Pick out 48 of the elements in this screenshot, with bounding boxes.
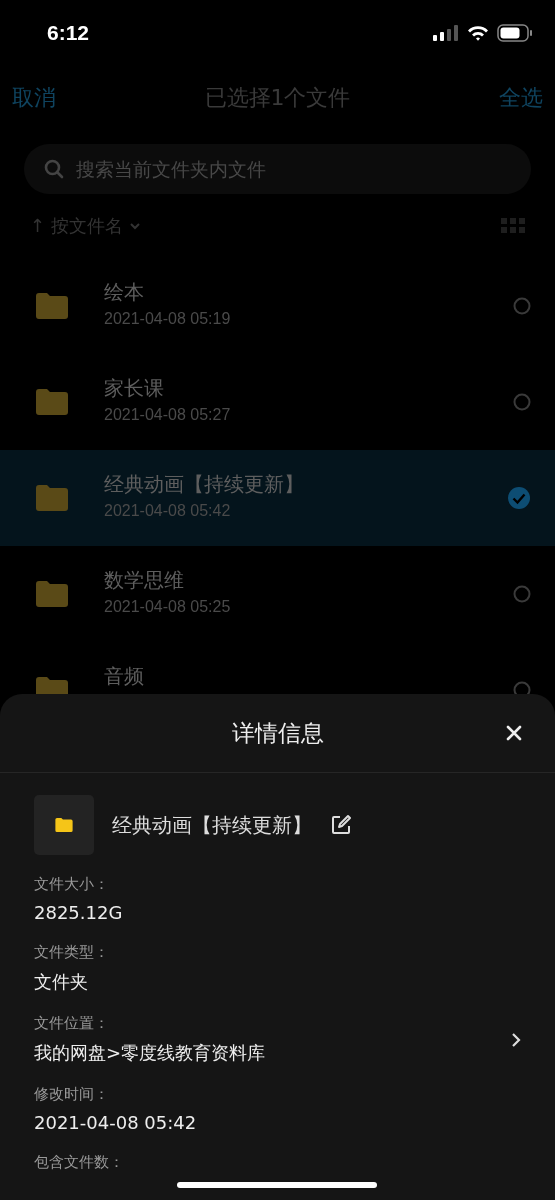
radio-circle-icon[interactable] (513, 297, 531, 315)
folder-name: 经典动画【持续更新】 (112, 811, 312, 839)
field-value: 2021-04-08 05:42 (34, 1112, 198, 1133)
file-name: 家长课 (104, 375, 165, 402)
file-row[interactable]: 绘本 2021-04-08 05:19 (0, 258, 555, 354)
file-date: 2021-04-08 05:25 (104, 598, 232, 616)
chevron-right-icon[interactable] (511, 1031, 521, 1048)
folder-icon (36, 293, 68, 319)
field-value: 2825.12G (34, 902, 124, 923)
cancel-button[interactable]: 取消 (12, 83, 56, 113)
folder-icon (36, 389, 68, 415)
radio-circle-icon[interactable] (513, 393, 531, 411)
search-input[interactable]: 搜索当前文件夹内文件 (74, 157, 511, 181)
file-date: 2021-04-08 05:19 (104, 310, 232, 328)
status-time: 6:12 (47, 21, 90, 45)
file-date: 2021-04-08 05:42 (104, 502, 232, 520)
field-label: 修改时间： (34, 1085, 110, 1104)
chevron-down-icon (128, 222, 141, 230)
sheet-title: 详情信息 (231, 718, 324, 748)
file-name: 音频 (104, 663, 145, 690)
field-label: 文件大小： (34, 875, 110, 894)
file-name: 绘本 (104, 279, 145, 306)
edit-icon[interactable] (330, 814, 352, 836)
search-field[interactable]: 搜索当前文件夹内文件 (24, 144, 531, 194)
field-label: 文件位置： (34, 1014, 110, 1033)
file-name: 经典动画【持续更新】 (104, 471, 305, 498)
checked-icon[interactable] (507, 486, 531, 510)
folder-icon (36, 581, 68, 607)
file-row[interactable]: 家长课 2021-04-08 05:27 (0, 354, 555, 450)
signal-icon (433, 25, 459, 41)
file-date: 2021-04-08 05:27 (104, 406, 232, 424)
nav-title: 已选择1个文件 (204, 84, 351, 112)
folder-icon (55, 818, 73, 832)
file-name: 数学思维 (104, 567, 185, 594)
select-all-button[interactable]: 全选 (499, 83, 543, 113)
field-label: 文件类型： (34, 943, 110, 962)
search-icon (44, 159, 64, 179)
radio-circle-icon[interactable] (513, 585, 531, 603)
battery-icon (497, 24, 533, 42)
field-value: 文件夹 (34, 970, 89, 994)
file-row[interactable]: 经典动画【持续更新】 2021-04-08 05:42 (0, 450, 555, 546)
folder-icon (36, 485, 68, 511)
file-row[interactable]: 数学思维 2021-04-08 05:25 (0, 546, 555, 642)
grid-view-icon[interactable] (501, 218, 525, 234)
field-label: 包含文件数： (34, 1153, 125, 1172)
wifi-icon (467, 25, 489, 41)
close-icon[interactable] (506, 725, 522, 741)
location-link[interactable]: 我的网盘>零度线教育资料库 (34, 1041, 511, 1065)
